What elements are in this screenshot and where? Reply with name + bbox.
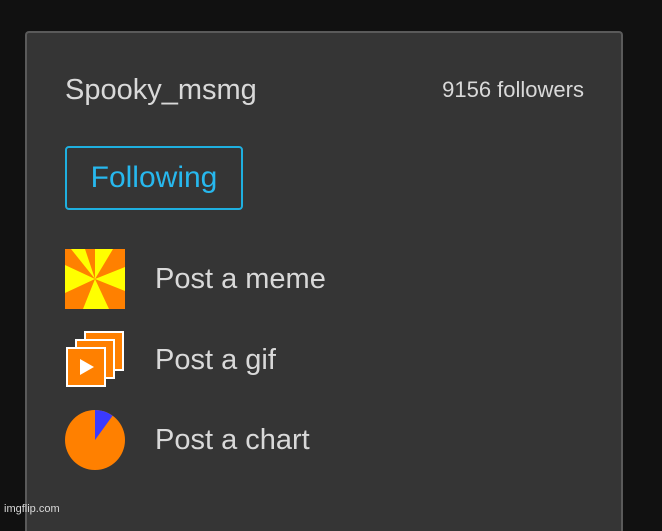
- imgflip-watermark: imgflip.com: [4, 503, 60, 515]
- post-meme-label: Post a meme: [155, 263, 326, 296]
- post-chart-action[interactable]: Post a chart: [65, 409, 365, 471]
- post-gif-action[interactable]: Post a gif: [65, 329, 365, 391]
- followers-count: 9156 followers: [442, 77, 584, 103]
- pie-chart-icon: [65, 410, 125, 470]
- username[interactable]: Spooky_msmg: [65, 73, 257, 107]
- following-button[interactable]: Following: [65, 146, 243, 210]
- post-chart-label: Post a chart: [155, 424, 310, 457]
- post-meme-action[interactable]: Post a meme: [65, 248, 365, 310]
- gif-frames-play-icon: [65, 330, 125, 390]
- profile-card: Spooky_msmg 9156 followers Following Pos…: [25, 31, 623, 531]
- meme-pinwheel-icon: [65, 249, 125, 309]
- post-gif-label: Post a gif: [155, 344, 276, 377]
